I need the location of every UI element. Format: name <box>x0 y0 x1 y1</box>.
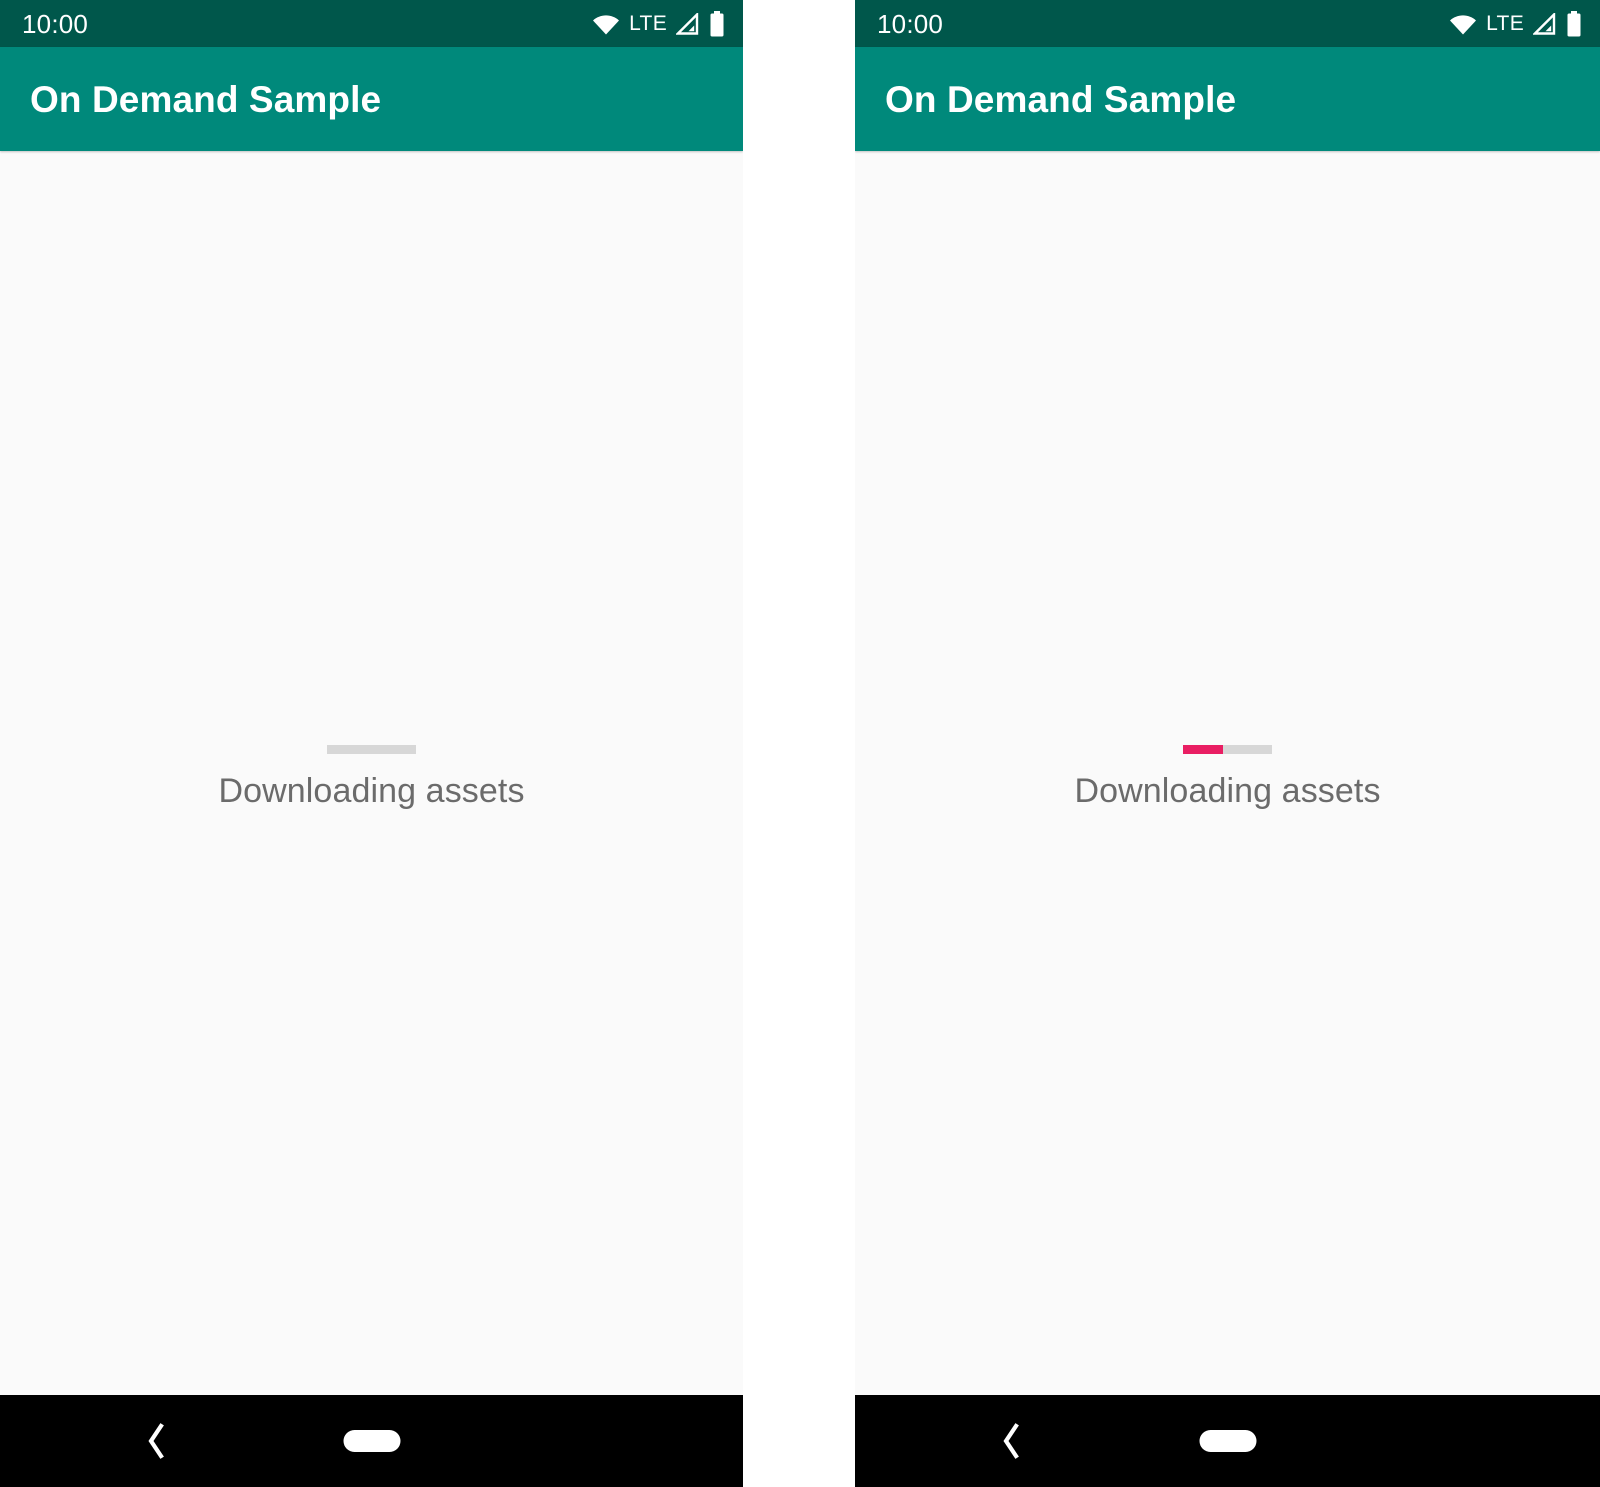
phone-panel-left: 10:00 LTE On Demand Sample Downloading a… <box>0 0 743 1487</box>
battery-icon <box>709 10 725 37</box>
home-button[interactable] <box>1199 1430 1256 1452</box>
app-bar: On Demand Sample <box>0 47 743 151</box>
home-button[interactable] <box>343 1430 400 1452</box>
download-progress-fill <box>1183 745 1224 754</box>
system-navigation-bar <box>0 1395 743 1487</box>
app-title: On Demand Sample <box>30 78 382 120</box>
phone-panel-right: 10:00 LTE On Demand Sample Downloading a… <box>855 0 1600 1487</box>
status-bar-clock: 10:00 <box>22 8 89 39</box>
content-area: Downloading assets <box>0 151 743 1395</box>
status-bar-clock: 10:00 <box>877 8 944 39</box>
back-button[interactable] <box>991 1421 1031 1461</box>
download-status-block: Downloading assets <box>855 745 1600 808</box>
screenshot-stage: 10:00 LTE On Demand Sample Downloading a… <box>0 0 1600 1487</box>
app-title: On Demand Sample <box>885 78 1237 120</box>
system-navigation-bar <box>855 1395 1600 1487</box>
chevron-left-icon <box>1000 1422 1022 1460</box>
back-button[interactable] <box>136 1421 176 1461</box>
network-type-label: LTE <box>1486 12 1524 35</box>
wifi-icon <box>592 13 620 35</box>
wifi-icon <box>1449 13 1477 35</box>
chevron-left-icon <box>145 1422 167 1460</box>
status-bar-icon-group: LTE <box>1449 10 1582 37</box>
battery-icon <box>1566 10 1582 37</box>
cellular-signal-icon <box>676 12 700 35</box>
network-type-label: LTE <box>629 12 667 35</box>
status-bar: 10:00 LTE <box>0 0 743 47</box>
status-bar-icon-group: LTE <box>592 10 725 37</box>
content-area: Downloading assets <box>855 151 1600 1395</box>
cellular-signal-icon <box>1533 12 1557 35</box>
download-status-label: Downloading assets <box>1074 772 1381 810</box>
status-bar: 10:00 LTE <box>855 0 1600 47</box>
download-progress-bar <box>1183 745 1272 754</box>
download-status-block: Downloading assets <box>0 745 743 808</box>
download-progress-bar <box>327 745 416 754</box>
download-status-label: Downloading assets <box>218 772 525 810</box>
app-bar: On Demand Sample <box>855 47 1600 151</box>
